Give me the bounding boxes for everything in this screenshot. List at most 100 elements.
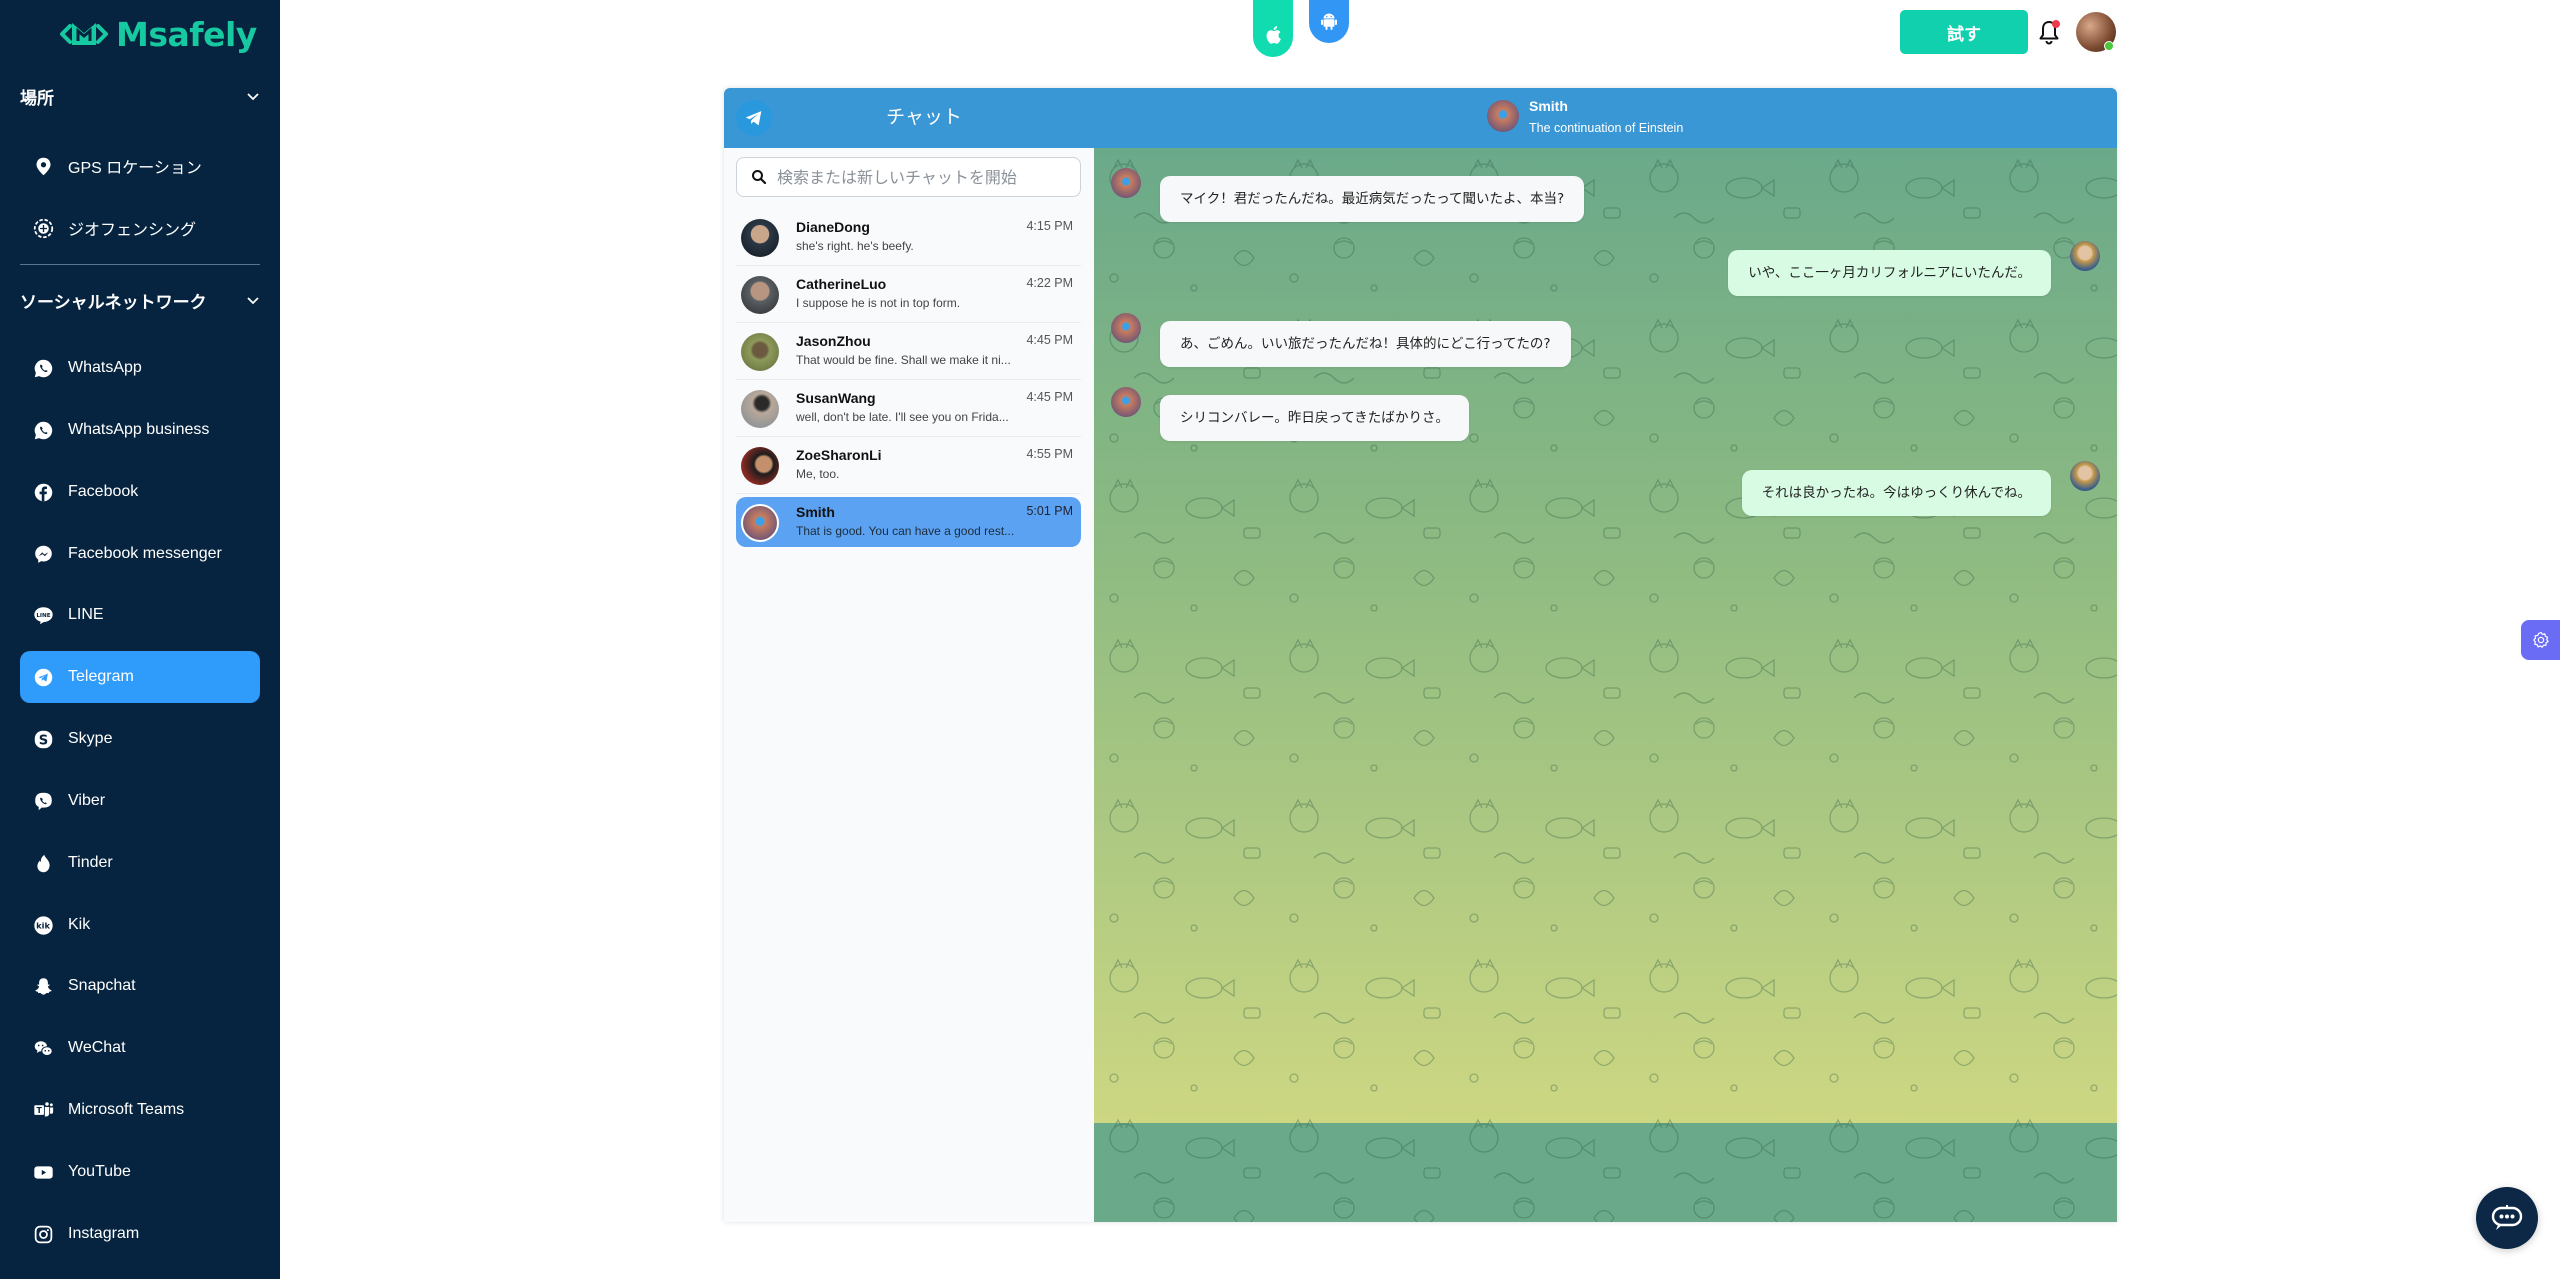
- try-button[interactable]: 試す: [1900, 10, 2028, 54]
- contact-preview: That would be fine. Shall we make it ni.…: [796, 353, 1011, 367]
- chat-list-header: チャット: [724, 88, 1094, 148]
- svg-text:LINE: LINE: [36, 612, 50, 618]
- settings-button[interactable]: [2521, 620, 2560, 660]
- contact-name: CatherineLuo: [796, 276, 887, 292]
- message-sender-avatar[interactable]: [1111, 387, 1141, 417]
- skype-icon: S: [32, 728, 54, 750]
- whatsapp-business-icon: [32, 419, 54, 441]
- section-location[interactable]: 場所: [20, 84, 260, 109]
- contact-item[interactable]: JasonZhou 4:45 PM That would be fine. Sh…: [736, 326, 1081, 380]
- contact-preview: That is good. You can have a good rest..…: [796, 524, 1015, 538]
- contact-item[interactable]: DianeDong 4:15 PM she's right. he's beef…: [736, 212, 1081, 266]
- support-chat-button[interactable]: [2476, 1187, 2538, 1249]
- contact-name: ZoeSharonLi: [796, 447, 882, 463]
- contact-divider: [736, 265, 1081, 266]
- sidebar-item-label: Microsoft Teams: [68, 1101, 185, 1118]
- chat-list-panel: DianeDong 4:15 PM she's right. he's beef…: [724, 148, 1094, 1222]
- sidebar-item-wechat[interactable]: WeChat: [20, 1022, 260, 1074]
- contact-divider: [736, 493, 1081, 494]
- facebook-icon: [32, 481, 54, 503]
- peer-status: The continuation of Einstein: [1529, 121, 1684, 135]
- peer-avatar[interactable]: [1487, 100, 1519, 132]
- my-avatar[interactable]: [2070, 461, 2100, 491]
- message-sender-avatar[interactable]: [1111, 168, 1141, 198]
- sidebar-item-label: Skype: [68, 730, 113, 747]
- telegram-chat-window: チャット DianeDong 4:15 PM she's right. he's…: [724, 88, 2117, 1222]
- messenger-icon: [32, 543, 54, 565]
- contact-preview: well, don't be late. I'll see you on Fri…: [796, 410, 1009, 424]
- contact-item[interactable]: SusanWang 4:45 PM well, don't be late. I…: [736, 383, 1081, 437]
- contact-avatar: [741, 333, 779, 371]
- sidebar-item-snapchat[interactable]: Snapchat: [20, 960, 260, 1012]
- contact-name: SusanWang: [796, 390, 876, 406]
- instagram-icon: [32, 1223, 54, 1245]
- contact-avatar: [741, 219, 779, 257]
- message-bubble-incoming: シリコンバレー。昨日戻ってきたばかりさ。: [1160, 395, 1470, 441]
- sidebar-item-label: Instagram: [68, 1225, 140, 1242]
- contact-divider: [736, 379, 1081, 380]
- sidebar-item-telegram[interactable]: Telegram: [20, 651, 260, 703]
- kik-icon: kik: [32, 914, 54, 936]
- sidebar-item-viber[interactable]: Viber: [20, 775, 260, 827]
- sidebar-item-microsoft-teams[interactable]: T Microsoft Teams: [20, 1084, 260, 1136]
- chat-search-field[interactable]: [736, 157, 1081, 197]
- contact-time: 4:55 PM: [1026, 447, 1073, 461]
- contact-item-active[interactable]: Smith 5:01 PM That is good. You can have…: [736, 497, 1081, 547]
- sidebar-item-line[interactable]: LINE LINE: [20, 589, 260, 641]
- sidebar-item-gps-location[interactable]: GPS ロケーション: [20, 140, 260, 192]
- whatsapp-icon: [32, 357, 54, 379]
- ios-download-button[interactable]: [1253, 0, 1293, 57]
- contact-avatar: [741, 390, 779, 428]
- msafely-logo-icon: [60, 23, 108, 45]
- sidebar-item-kik[interactable]: kik Kik: [20, 899, 260, 951]
- peer-name: Smith: [1529, 98, 1568, 114]
- logo[interactable]: Msafely: [58, 14, 257, 54]
- gear-icon: [2532, 631, 2549, 648]
- android-download-button[interactable]: [1309, 0, 1349, 43]
- sidebar-item-label: Facebook: [68, 483, 139, 500]
- contact-name: DianeDong: [796, 219, 870, 235]
- sidebar-item-label: Kik: [68, 916, 91, 933]
- contact-preview: Me, too.: [796, 467, 840, 481]
- contact-preview: I suppose he is not in top form.: [796, 296, 961, 310]
- contact-time: 4:22 PM: [1026, 276, 1073, 290]
- message-bubble-incoming: マイク！君だったんだね。最近病気だったって聞いたよ、本当?: [1160, 176, 1585, 222]
- sidebar-item-whatsapp-business[interactable]: WhatsApp business: [20, 404, 260, 456]
- message-bubble-outgoing: いや、ここ一ヶ月カリフォルニアにいたんだ。: [1728, 250, 2051, 296]
- sidebar-item-geofencing[interactable]: ジオフェンシング: [20, 202, 260, 254]
- teams-icon: T: [32, 1099, 54, 1121]
- doodle-pattern-background: [1094, 148, 2117, 1222]
- sidebar-item-facebook[interactable]: Facebook: [20, 466, 260, 518]
- section-social-network[interactable]: ソーシャルネットワーク: [20, 288, 260, 313]
- conversation-header: Smith The continuation of Einstein: [1094, 88, 2117, 148]
- sidebar-item-label: ジオフェンシング: [68, 222, 197, 239]
- my-avatar[interactable]: [2070, 241, 2100, 271]
- sidebar-item-label: LINE: [68, 606, 104, 623]
- sidebar-item-label: WhatsApp business: [68, 421, 210, 438]
- section-label: ソーシャルネットワーク: [20, 293, 207, 312]
- message-bubble-outgoing: それは良かったね。今はゆっくり休んでね。: [1741, 470, 2051, 516]
- sidebar-item-label: Snapchat: [68, 977, 136, 994]
- sidebar-item-label: WhatsApp: [68, 359, 142, 376]
- sidebar-item-youtube[interactable]: YouTube: [20, 1146, 260, 1198]
- contact-item[interactable]: CatherineLuo 4:22 PM I suppose he is not…: [736, 269, 1081, 323]
- telegram-icon: [32, 666, 54, 688]
- contact-name: Smith: [796, 504, 835, 520]
- contact-time: 4:45 PM: [1026, 390, 1073, 404]
- chat-search-input[interactable]: [777, 167, 1067, 187]
- contact-time: 4:15 PM: [1026, 219, 1073, 233]
- contact-divider: [736, 322, 1081, 323]
- sidebar-item-instagram[interactable]: Instagram: [20, 1208, 260, 1260]
- sidebar-item-tinder[interactable]: Tinder: [20, 837, 260, 889]
- message-sender-avatar[interactable]: [1111, 313, 1141, 343]
- brand-name: Msafely: [116, 14, 257, 54]
- wechat-icon: [32, 1037, 54, 1059]
- sidebar-item-skype[interactable]: S Skype: [20, 713, 260, 765]
- contact-avatar: [741, 447, 779, 485]
- contact-time: 5:01 PM: [1026, 504, 1073, 518]
- svg-text:S: S: [38, 733, 47, 748]
- svg-text:T: T: [36, 1106, 42, 1115]
- sidebar-item-facebook-messenger[interactable]: Facebook messenger: [20, 528, 260, 580]
- contact-item[interactable]: ZoeSharonLi 4:55 PM Me, too.: [736, 440, 1081, 494]
- sidebar-item-whatsapp[interactable]: WhatsApp: [20, 342, 260, 394]
